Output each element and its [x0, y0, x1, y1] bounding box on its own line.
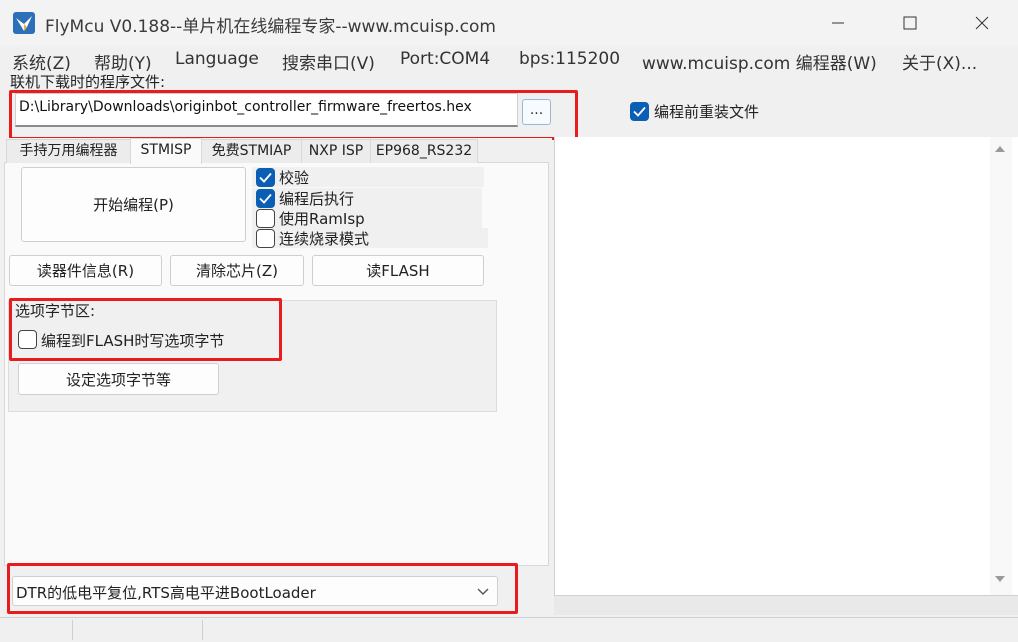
tab-stmisp[interactable]: STMISP: [130, 138, 202, 164]
menu-search-port[interactable]: 搜索串口(V): [282, 49, 375, 74]
window-title: FlyMcu V0.188--单片机在线编程专家--www.mcuisp.com: [45, 17, 496, 37]
minimize-icon: [832, 22, 844, 24]
log-horizontal-bar: [554, 595, 1018, 615]
run-after-program-checkbox[interactable]: [256, 189, 275, 208]
program-file-label: 联机下载时的程序文件:: [10, 73, 166, 91]
verify-checkbox[interactable]: [256, 168, 275, 187]
erase-chip-button[interactable]: 清除芯片(Z): [170, 255, 304, 286]
status-bar: [0, 617, 1018, 642]
run-after-program-label: 编程后执行: [279, 190, 355, 208]
menu-bps[interactable]: bps:115200: [519, 49, 620, 69]
tab-nxp-isp[interactable]: NXP ISP: [301, 139, 371, 163]
checkmark-icon: [259, 172, 272, 183]
scroll-down-icon[interactable]: [994, 574, 1006, 584]
verify-label: 校验: [279, 169, 310, 187]
file-row-highlight: [9, 90, 578, 140]
maximize-button[interactable]: [874, 0, 946, 46]
menu-help[interactable]: 帮助(Y): [94, 49, 152, 74]
continuous-burn-checkbox[interactable]: [256, 229, 275, 248]
menu-language[interactable]: Language: [175, 49, 259, 69]
reload-before-program-label: 编程前重装文件: [654, 103, 760, 121]
log-vertical-scrollbar[interactable]: [990, 137, 1012, 595]
start-programming-button[interactable]: 开始编程(P): [21, 167, 246, 242]
checkmark-icon: [633, 106, 646, 117]
maximize-icon: [903, 16, 917, 30]
read-device-info-button[interactable]: 读器件信息(R): [9, 255, 162, 286]
close-button[interactable]: [946, 0, 1018, 46]
use-ramisp-label: 使用RamIsp: [279, 210, 365, 228]
tab-ep968-rs232[interactable]: EP968_RS232: [370, 139, 478, 163]
continuous-burn-label: 连续烧录模式: [279, 230, 370, 248]
log-output-area[interactable]: [554, 137, 1018, 595]
status-separator: [202, 620, 203, 640]
use-ramisp-checkbox[interactable]: [256, 209, 275, 228]
checkmark-icon: [259, 193, 272, 204]
menu-system[interactable]: 系统(Z): [12, 49, 71, 74]
close-icon: [975, 16, 989, 30]
option-bytes-highlight: [9, 298, 282, 361]
scroll-up-icon[interactable]: [994, 144, 1006, 154]
tab-handheld-programmer[interactable]: 手持万用编程器: [6, 139, 131, 163]
set-option-bytes-button[interactable]: 设定选项字节等: [18, 363, 219, 395]
menu-bar: 系统(Z) 帮助(Y) Language 搜索串口(V) Port:COM4 b…: [0, 46, 1018, 74]
reload-before-program-checkbox[interactable]: [630, 102, 649, 121]
app-logo-icon: [13, 12, 35, 34]
read-flash-button[interactable]: 读FLASH: [312, 255, 484, 286]
minimize-button[interactable]: [802, 0, 874, 46]
menu-about[interactable]: 关于(X)...: [902, 49, 977, 74]
status-separator: [72, 620, 73, 640]
menu-programmer[interactable]: www.mcuisp.com 编程器(W): [642, 49, 877, 74]
menu-port[interactable]: Port:COM4: [400, 49, 490, 69]
tab-free-stmiap[interactable]: 免费STMIAP: [201, 139, 302, 163]
boot-mode-highlight: [7, 563, 518, 614]
